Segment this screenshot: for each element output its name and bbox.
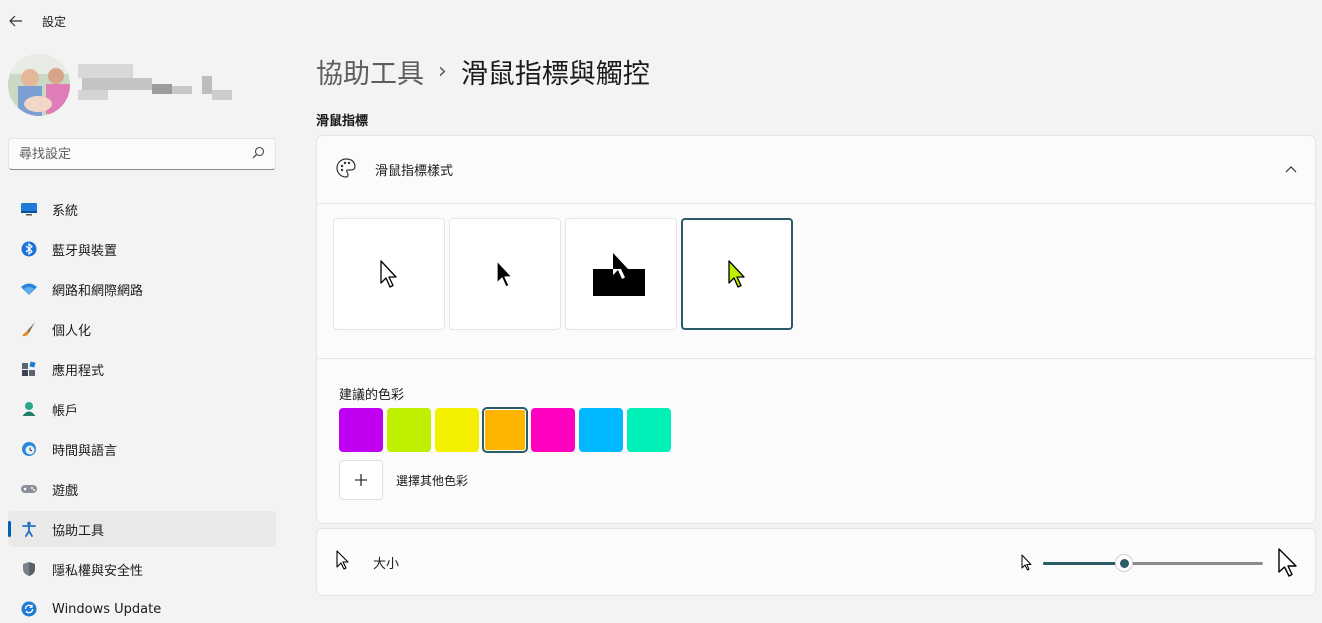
search-input[interactable]: [19, 146, 252, 162]
size-label: 大小: [373, 556, 400, 572]
breadcrumb-separator: ›: [438, 59, 447, 84]
color-swatch[interactable]: [482, 407, 528, 453]
back-button[interactable]: [6, 11, 26, 31]
title-bar: 設定: [0, 0, 1322, 42]
sidebar-item-windows-update[interactable]: Windows Update: [8, 591, 276, 623]
color-swatch[interactable]: [531, 408, 575, 452]
sidebar-nav: 系統 藍牙與裝置 網路和網際網路 個人化 應用程式 帳戶 時間與語言 遊戲 協助…: [8, 191, 276, 623]
person-icon: [20, 400, 38, 418]
sidebar-item-label: 協助工具: [52, 523, 105, 539]
suggested-colors: [339, 407, 671, 453]
back-arrow-icon: [9, 15, 22, 27]
sidebar-item-label: 系統: [52, 203, 79, 219]
pointer-style-black[interactable]: [449, 218, 561, 330]
sidebar-item-label: 藍牙與裝置: [52, 243, 118, 259]
sidebar-item-privacy-security[interactable]: 隱私權與安全性: [8, 551, 276, 587]
sidebar-item-label: 時間與語言: [52, 443, 118, 459]
size-card: 大小: [316, 528, 1316, 596]
app-title: 設定: [42, 15, 67, 29]
monitor-icon: [20, 200, 38, 218]
search-box[interactable]: [8, 138, 276, 170]
cursor-size-icon: [335, 549, 351, 575]
sidebar-item-time-language[interactable]: 時間與語言: [8, 431, 276, 467]
color-swatch[interactable]: [387, 408, 431, 452]
plus-icon: [355, 474, 367, 486]
palette-icon: [335, 157, 357, 183]
sidebar-item-label: 隱私權與安全性: [52, 563, 144, 579]
size-slider-area: [1021, 547, 1301, 579]
apps-icon: [20, 360, 38, 378]
globe-clock-icon: [20, 440, 38, 458]
sidebar-item-label: 個人化: [52, 323, 92, 339]
slider-track-fill: [1043, 562, 1125, 565]
brush-icon: [20, 320, 38, 338]
breadcrumb: 協助工具 › 滑鼠指標與觸控: [316, 52, 650, 91]
pointer-style-custom[interactable]: [681, 218, 793, 330]
main-content: 協助工具 › 滑鼠指標與觸控 滑鼠指標 滑鼠指標樣式 建議的色彩 選擇其他色彩 …: [316, 42, 1316, 623]
user-info-redacted: [78, 64, 238, 104]
sidebar: 系統 藍牙與裝置 網路和網際網路 個人化 應用程式: [0, 42, 290, 623]
black-cursor-icon: [496, 260, 513, 288]
sidebar-item-bluetooth[interactable]: 藍牙與裝置: [8, 231, 276, 267]
color-swatch[interactable]: [627, 408, 671, 452]
small-cursor-icon: [1021, 554, 1033, 576]
custom-color-row: 選擇其他色彩: [339, 460, 468, 500]
sidebar-item-network[interactable]: 網路和網際網路: [8, 271, 276, 307]
sidebar-item-accounts[interactable]: 帳戶: [8, 391, 276, 427]
bluetooth-icon: [20, 240, 38, 258]
sidebar-item-label: Windows Update: [52, 601, 162, 617]
pointer-style-label: 滑鼠指標樣式: [375, 164, 454, 179]
size-slider[interactable]: [1043, 554, 1263, 572]
pointer-style-inverted[interactable]: [565, 218, 677, 330]
section-label: 滑鼠指標: [316, 114, 369, 129]
sidebar-item-label: 帳戶: [52, 403, 79, 419]
divider: [317, 358, 1315, 359]
pointer-style-card: 滑鼠指標樣式 建議的色彩 選擇其他色彩: [316, 135, 1316, 524]
chevron-up-icon[interactable]: [1285, 162, 1297, 177]
page-title: 滑鼠指標與觸控: [460, 59, 650, 90]
wifi-icon: [20, 280, 38, 298]
custom-color-label: 選擇其他色彩: [396, 473, 469, 488]
avatar-photo: [8, 54, 70, 116]
avatar[interactable]: [8, 54, 70, 116]
add-custom-color-button[interactable]: [339, 460, 383, 500]
accessibility-icon: [20, 520, 38, 538]
pointer-style-options: [333, 218, 793, 330]
search-icon[interactable]: [252, 146, 265, 163]
sidebar-item-apps[interactable]: 應用程式: [8, 351, 276, 387]
slider-thumb[interactable]: [1115, 554, 1134, 572]
color-swatch[interactable]: [579, 408, 623, 452]
inverted-cursor-icon: [593, 253, 645, 296]
breadcrumb-parent[interactable]: 協助工具: [316, 52, 424, 91]
color-swatch[interactable]: [339, 408, 383, 452]
pointer-style-white[interactable]: [333, 218, 445, 330]
sidebar-item-personalization[interactable]: 個人化: [8, 311, 276, 347]
custom-color-cursor-icon: [728, 260, 745, 288]
pointer-style-header[interactable]: 滑鼠指標樣式: [317, 136, 1315, 204]
sidebar-item-label: 網路和網際網路: [52, 283, 144, 299]
sidebar-item-gaming[interactable]: 遊戲: [8, 471, 276, 507]
shield-icon: [20, 560, 38, 578]
white-cursor-icon: [380, 260, 397, 288]
update-icon: [20, 600, 38, 618]
gamepad-icon: [20, 480, 38, 498]
sidebar-item-label: 應用程式: [52, 363, 105, 379]
color-swatch[interactable]: [435, 408, 479, 452]
sidebar-item-system[interactable]: 系統: [8, 191, 276, 227]
suggested-colors-label: 建議的色彩: [339, 388, 405, 403]
sidebar-item-label: 遊戲: [52, 483, 79, 499]
sidebar-item-accessibility[interactable]: 協助工具: [8, 511, 276, 547]
large-cursor-icon: [1277, 547, 1299, 583]
